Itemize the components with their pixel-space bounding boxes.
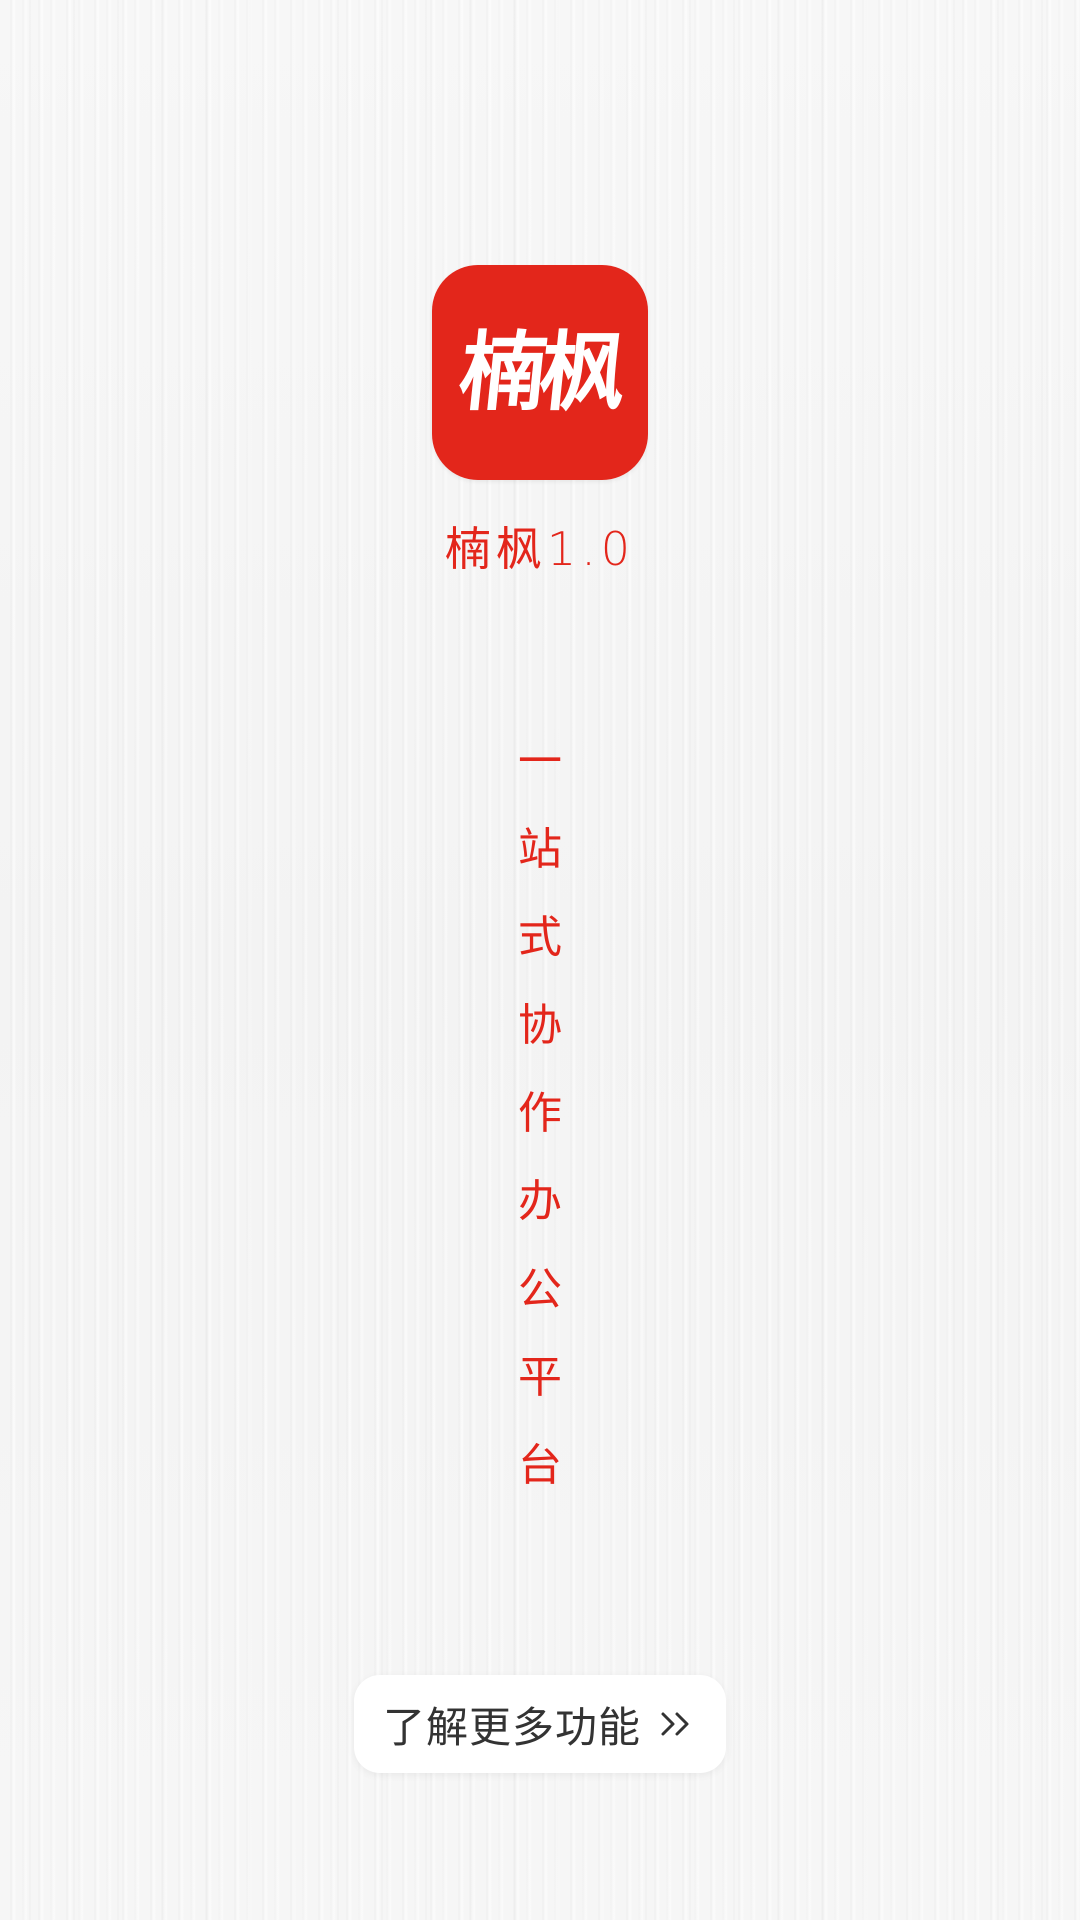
slogan-char: 平 (518, 1352, 562, 1403)
slogan-char: 站 (518, 824, 562, 875)
slogan-char: 式 (518, 912, 562, 963)
slogan-char: 协 (518, 1000, 562, 1051)
app-logo: 楠枫 (432, 265, 648, 480)
learn-more-label: 了解更多功能 (382, 1702, 641, 1752)
slogan-char: 台 (518, 1440, 562, 1491)
app-title: 楠枫1.0 (444, 522, 636, 576)
learn-more-button[interactable]: 了解更多功能 (354, 1675, 726, 1773)
slogan-vertical: 一 站 式 协 作 办 公 平 台 (510, 718, 570, 1510)
slogan-char: 公 (518, 1264, 562, 1315)
slogan-char: 作 (518, 1088, 562, 1139)
app-logo-icon: 楠枫 (454, 321, 626, 423)
slogan-char: 办 (518, 1176, 562, 1227)
double-chevron-right-icon (657, 1704, 697, 1744)
slogan-char: 一 (518, 736, 562, 787)
